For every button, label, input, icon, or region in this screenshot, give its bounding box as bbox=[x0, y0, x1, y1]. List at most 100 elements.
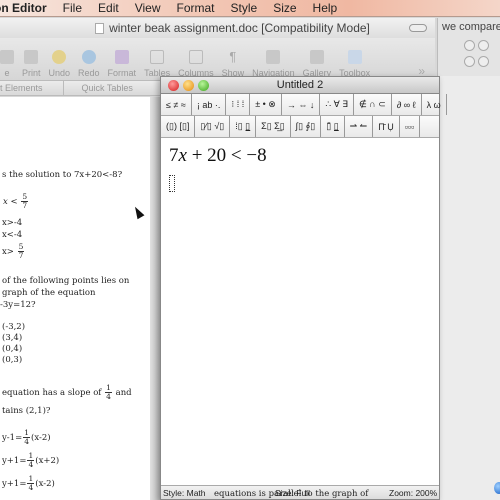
palette-scripts-button[interactable]: ⁞▯ ▯̲ bbox=[230, 116, 257, 137]
palette-fractions-button[interactable]: ▯⁄▯ √▯ bbox=[195, 116, 231, 137]
q2-option: (0,3) bbox=[2, 355, 23, 365]
q3-line-2: tains (2,1)? bbox=[2, 406, 51, 416]
toolbar-toolbox-button[interactable]: Toolbox bbox=[339, 50, 370, 78]
palette-bars-button[interactable]: ▯̄ ▯̲ bbox=[321, 116, 345, 137]
q3-line-1: equation has a slope of 14 and bbox=[2, 383, 132, 401]
dock-indicator-icon bbox=[494, 482, 500, 494]
toolbar-undo-button[interactable]: Undo bbox=[49, 50, 70, 78]
equation-editor-titlebar: Untitled 2 bbox=[161, 77, 439, 94]
toolbox-icon bbox=[347, 50, 362, 64]
menu-size[interactable]: Size bbox=[273, 1, 296, 15]
q2-option: (-3,2) bbox=[2, 322, 26, 332]
ribbon-tab-elements[interactable]: t Elements bbox=[0, 83, 63, 93]
fraction: 57 bbox=[21, 192, 29, 210]
menu-bar: on Editor File Edit View Format Style Si… bbox=[0, 0, 500, 17]
fraction: 57 bbox=[17, 242, 25, 260]
empty-input-slot[interactable] bbox=[169, 175, 175, 192]
palette-logic-button[interactable]: ∴ ∀ ∃ bbox=[320, 94, 354, 115]
palette-labeled-arrows-button[interactable]: ⇀ ↼ bbox=[345, 116, 374, 137]
background-window[interactable]: we compare bbox=[437, 18, 500, 78]
palette-summation-button[interactable]: Σ▯ Σ̲▯ bbox=[256, 116, 291, 137]
template-palette-row: (▯) [▯] ▯⁄▯ √▯ ⁞▯ ▯̲ Σ▯ Σ̲▯ ∫▯ ∮▯ ▯̄ ▯̲ … bbox=[161, 116, 439, 138]
document-page[interactable]: s the solution to 7x+20<-8? x < 57 x>-4 … bbox=[0, 97, 150, 500]
word-toolbar: e Print Undo Redo Format Tables Columns … bbox=[0, 38, 435, 80]
q1-prompt: s the solution to 7x+20<-8? bbox=[2, 170, 123, 180]
q1-option-d: x> 57 bbox=[2, 242, 25, 260]
toolbar-columns-button[interactable]: Columns bbox=[178, 50, 214, 78]
toolbar-format-button[interactable]: Format bbox=[108, 50, 136, 78]
equation-canvas[interactable]: 7x + 20 < −8 bbox=[161, 139, 439, 485]
window-button[interactable] bbox=[478, 40, 489, 51]
toolbar-toggle-button[interactable] bbox=[409, 24, 427, 32]
q2-line-1: of the following points lies on bbox=[2, 276, 130, 286]
palette-misc-button[interactable]: ∂ ∞ ℓ bbox=[392, 94, 422, 115]
background-area bbox=[440, 76, 500, 500]
menu-edit[interactable]: Edit bbox=[98, 1, 119, 15]
palette-embellishments-button[interactable]: ⁝ ⁞ ⁞ bbox=[226, 94, 251, 115]
fraction: 14 bbox=[27, 474, 35, 492]
q1-option-c: x<-4 bbox=[2, 230, 23, 240]
toolbar-gallery-button[interactable]: Gallery bbox=[303, 50, 331, 78]
q3-option: y+1= 1 4 (x-2) bbox=[2, 474, 55, 492]
tables-icon bbox=[150, 50, 165, 64]
toolbar-save-button[interactable]: e bbox=[0, 50, 14, 78]
document-text-below: equations is parallel to the graph of bbox=[214, 489, 369, 499]
symbol-palette-row: ≤ ≠ ≈ ¡ ab ·. ⁝ ⁞ ⁞ ± • ⊗ → ⇔ ↓ ∴ ∀ ∃ ∉ … bbox=[161, 94, 447, 116]
palette-spaces-button[interactable]: ¡ ab ·. bbox=[192, 94, 227, 115]
q1-option-a: x < 57 bbox=[3, 192, 29, 210]
q2-line-2: graph of the equation bbox=[2, 288, 96, 298]
menu-style[interactable]: Style bbox=[231, 1, 258, 15]
toolbar-redo-button[interactable]: Redo bbox=[78, 50, 100, 78]
palette-fences-button[interactable]: (▯) [▯] bbox=[161, 116, 196, 137]
fraction: 14 bbox=[23, 428, 30, 446]
q3-option: y-1= 1 4 (x-2) bbox=[2, 428, 51, 446]
window-button[interactable] bbox=[464, 56, 475, 67]
close-button[interactable] bbox=[168, 80, 179, 91]
toolbar-show-button[interactable]: ¶ Show bbox=[222, 49, 245, 79]
palette-integrals-button[interactable]: ∫▯ ∮▯ bbox=[291, 116, 322, 137]
menu-file[interactable]: File bbox=[63, 1, 82, 15]
equation-editor-title: Untitled 2 bbox=[276, 79, 324, 91]
navigation-icon bbox=[266, 50, 281, 64]
word-window-title: winter beak assignment.doc [Compatibilit… bbox=[109, 21, 370, 35]
equation-editor-window: Untitled 2 ≤ ≠ ≈ ¡ ab ·. ⁝ ⁞ ⁞ ± • ⊗ → ⇔… bbox=[160, 76, 447, 500]
menu-help[interactable]: Help bbox=[313, 1, 338, 15]
palette-arrows-button[interactable]: → ⇔ ↓ bbox=[282, 94, 321, 115]
palette-greek-button[interactable]: λ ω bbox=[422, 94, 447, 115]
format-painter-icon bbox=[114, 50, 129, 64]
toolbar-print-button[interactable]: Print bbox=[22, 50, 41, 78]
background-window-title: we compare bbox=[442, 21, 500, 33]
pilcrow-icon: ¶ bbox=[229, 49, 237, 64]
toolbar-tables-button[interactable]: Tables bbox=[144, 50, 170, 78]
palette-matrices-button[interactable]: ▫▫▫ bbox=[400, 116, 421, 137]
word-window-titlebar: winter beak assignment.doc [Compatibilit… bbox=[0, 18, 435, 38]
palette-products-button[interactable]: Π̄ Ụ bbox=[373, 116, 400, 137]
window-button[interactable] bbox=[464, 40, 475, 51]
menu-view[interactable]: View bbox=[135, 1, 161, 15]
save-icon bbox=[0, 50, 14, 64]
fraction: 14 bbox=[105, 383, 112, 401]
q2-option: (3,4) bbox=[2, 333, 23, 343]
app-menu[interactable]: on Editor bbox=[0, 1, 47, 15]
menu-format[interactable]: Format bbox=[177, 1, 215, 15]
zoom-button[interactable] bbox=[198, 80, 209, 91]
columns-icon bbox=[188, 50, 203, 64]
document-icon bbox=[95, 22, 105, 34]
status-zoom: Zoom: 200% bbox=[389, 487, 438, 498]
window-button[interactable] bbox=[478, 56, 489, 67]
palette-operators-button[interactable]: ± • ⊗ bbox=[250, 94, 282, 115]
q3-option: y+1= 1 4 (x+2) bbox=[2, 451, 60, 469]
equation-text[interactable]: 7x + 20 < −8 bbox=[169, 145, 267, 167]
ribbon-divider bbox=[62, 81, 64, 95]
print-icon bbox=[24, 50, 39, 64]
q2-option: (0,4) bbox=[2, 344, 23, 354]
redo-icon bbox=[81, 50, 96, 64]
ribbon-tab-quick-tables[interactable]: Quick Tables bbox=[82, 83, 153, 93]
palette-sets-button[interactable]: ∉ ∩ ⊂ bbox=[354, 94, 392, 115]
toolbar-navigation-button[interactable]: Navigation bbox=[252, 50, 295, 78]
minimize-button[interactable] bbox=[183, 80, 194, 91]
palette-relations-button[interactable]: ≤ ≠ ≈ bbox=[161, 94, 192, 115]
q1-option-b: x>-4 bbox=[2, 218, 23, 228]
fraction: 14 bbox=[27, 451, 35, 469]
gallery-icon bbox=[309, 50, 324, 64]
